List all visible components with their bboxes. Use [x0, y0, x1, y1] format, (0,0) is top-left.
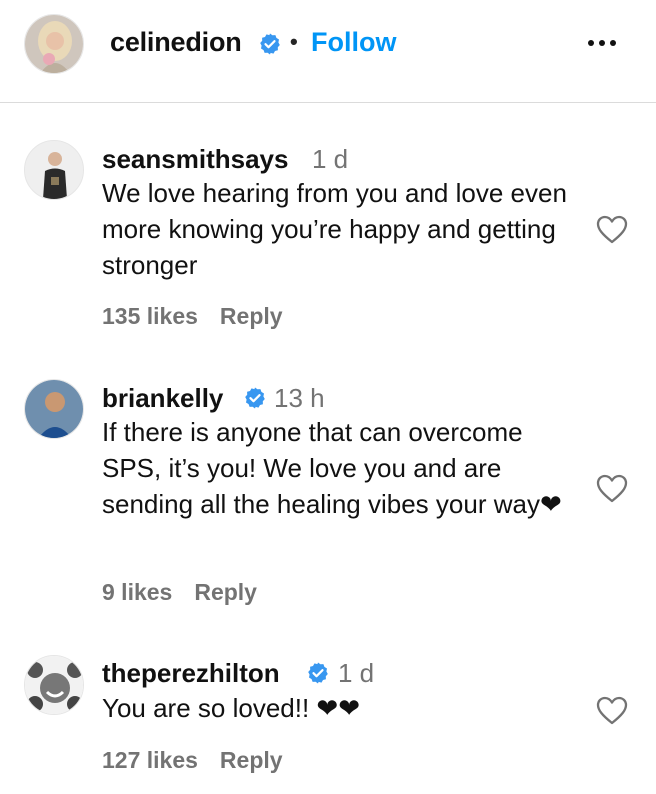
separator-dot: •: [290, 29, 298, 54]
comment-username[interactable]: briankelly: [102, 383, 223, 414]
comment-meta: 135 likes Reply: [102, 303, 283, 330]
reply-button[interactable]: Reply: [194, 579, 257, 605]
comment-timestamp[interactable]: 1 d: [338, 658, 374, 689]
celinedion-avatar[interactable]: [24, 14, 84, 74]
comment-username[interactable]: theperezhilton: [102, 658, 280, 689]
reply-button[interactable]: Reply: [220, 303, 283, 329]
comment-text: If there is anyone that can overcome SPS…: [102, 417, 562, 519]
likes-count[interactable]: 135 likes: [102, 303, 198, 329]
likes-count[interactable]: 9 likes: [102, 579, 172, 605]
verified-badge-icon: [308, 662, 328, 684]
theperezhilton-avatar[interactable]: [24, 655, 84, 715]
reply-button[interactable]: Reply: [220, 747, 283, 773]
comment-timestamp[interactable]: 1 d: [312, 144, 348, 175]
like-heart-icon[interactable]: [596, 474, 628, 504]
comment-text: We love hearing from you and love even m…: [102, 178, 567, 280]
more-options-icon[interactable]: [582, 28, 622, 58]
seansmithsays-avatar[interactable]: [24, 140, 84, 200]
likes-count[interactable]: 127 likes: [102, 747, 198, 773]
verified-badge-icon: [245, 387, 265, 409]
comment-text: You are so loved!! ❤❤: [102, 693, 360, 723]
comment-meta: 127 likes Reply: [102, 747, 283, 774]
like-heart-icon[interactable]: [596, 215, 628, 245]
comment-timestamp[interactable]: 13 h: [274, 383, 325, 414]
follow-button[interactable]: Follow: [311, 27, 396, 58]
comment-username[interactable]: seansmithsays: [102, 144, 288, 175]
comment-meta: 9 likes Reply: [102, 579, 257, 606]
post-author-username[interactable]: celinedion: [110, 27, 242, 58]
briankelly-avatar[interactable]: [24, 379, 84, 439]
verified-badge-icon: [260, 33, 280, 55]
like-heart-icon[interactable]: [596, 696, 628, 726]
post-header: celinedion • Follow: [0, 0, 656, 103]
